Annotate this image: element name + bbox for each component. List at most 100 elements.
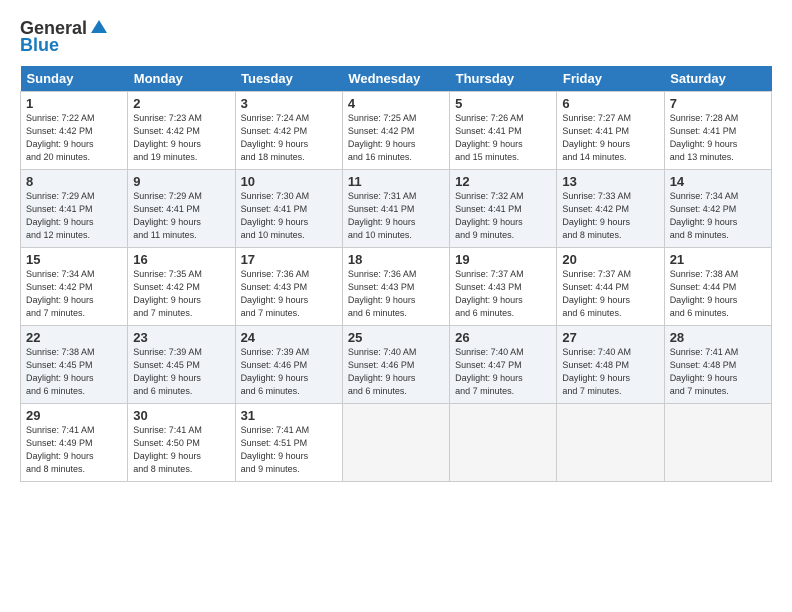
- day-number: 5: [455, 96, 551, 111]
- col-header-thursday: Thursday: [450, 66, 557, 92]
- day-info: Sunrise: 7:40 AM Sunset: 4:47 PM Dayligh…: [455, 346, 551, 398]
- day-number: 24: [241, 330, 337, 345]
- day-cell: 5Sunrise: 7:26 AM Sunset: 4:41 PM Daylig…: [450, 92, 557, 170]
- day-info: Sunrise: 7:23 AM Sunset: 4:42 PM Dayligh…: [133, 112, 229, 164]
- day-info: Sunrise: 7:30 AM Sunset: 4:41 PM Dayligh…: [241, 190, 337, 242]
- day-number: 29: [26, 408, 122, 423]
- day-number: 13: [562, 174, 658, 189]
- day-cell: 28Sunrise: 7:41 AM Sunset: 4:48 PM Dayli…: [664, 326, 771, 404]
- day-number: 12: [455, 174, 551, 189]
- day-cell: 9Sunrise: 7:29 AM Sunset: 4:41 PM Daylig…: [128, 170, 235, 248]
- day-info: Sunrise: 7:29 AM Sunset: 4:41 PM Dayligh…: [26, 190, 122, 242]
- day-number: 9: [133, 174, 229, 189]
- day-cell: 3Sunrise: 7:24 AM Sunset: 4:42 PM Daylig…: [235, 92, 342, 170]
- logo-blue: Blue: [20, 35, 59, 56]
- col-header-wednesday: Wednesday: [342, 66, 449, 92]
- col-header-tuesday: Tuesday: [235, 66, 342, 92]
- day-number: 21: [670, 252, 766, 267]
- week-row-4: 22Sunrise: 7:38 AM Sunset: 4:45 PM Dayli…: [21, 326, 772, 404]
- day-info: Sunrise: 7:34 AM Sunset: 4:42 PM Dayligh…: [670, 190, 766, 242]
- day-cell: [664, 404, 771, 482]
- logo: General Blue: [20, 18, 109, 56]
- day-number: 11: [348, 174, 444, 189]
- header: General Blue: [20, 18, 772, 56]
- day-number: 28: [670, 330, 766, 345]
- day-cell: 16Sunrise: 7:35 AM Sunset: 4:42 PM Dayli…: [128, 248, 235, 326]
- day-number: 10: [241, 174, 337, 189]
- day-cell: 7Sunrise: 7:28 AM Sunset: 4:41 PM Daylig…: [664, 92, 771, 170]
- day-info: Sunrise: 7:36 AM Sunset: 4:43 PM Dayligh…: [241, 268, 337, 320]
- day-number: 17: [241, 252, 337, 267]
- week-row-3: 15Sunrise: 7:34 AM Sunset: 4:42 PM Dayli…: [21, 248, 772, 326]
- day-info: Sunrise: 7:40 AM Sunset: 4:48 PM Dayligh…: [562, 346, 658, 398]
- day-number: 27: [562, 330, 658, 345]
- day-cell: 6Sunrise: 7:27 AM Sunset: 4:41 PM Daylig…: [557, 92, 664, 170]
- day-info: Sunrise: 7:32 AM Sunset: 4:41 PM Dayligh…: [455, 190, 551, 242]
- day-cell: 4Sunrise: 7:25 AM Sunset: 4:42 PM Daylig…: [342, 92, 449, 170]
- day-number: 22: [26, 330, 122, 345]
- day-info: Sunrise: 7:39 AM Sunset: 4:45 PM Dayligh…: [133, 346, 229, 398]
- day-number: 25: [348, 330, 444, 345]
- day-number: 31: [241, 408, 337, 423]
- day-cell: 20Sunrise: 7:37 AM Sunset: 4:44 PM Dayli…: [557, 248, 664, 326]
- day-cell: 30Sunrise: 7:41 AM Sunset: 4:50 PM Dayli…: [128, 404, 235, 482]
- day-cell: 21Sunrise: 7:38 AM Sunset: 4:44 PM Dayli…: [664, 248, 771, 326]
- day-cell: 8Sunrise: 7:29 AM Sunset: 4:41 PM Daylig…: [21, 170, 128, 248]
- day-cell: 12Sunrise: 7:32 AM Sunset: 4:41 PM Dayli…: [450, 170, 557, 248]
- page: General Blue SundayMondayTuesdayWednesda…: [0, 0, 792, 492]
- day-cell: 17Sunrise: 7:36 AM Sunset: 4:43 PM Dayli…: [235, 248, 342, 326]
- day-cell: 27Sunrise: 7:40 AM Sunset: 4:48 PM Dayli…: [557, 326, 664, 404]
- day-cell: 14Sunrise: 7:34 AM Sunset: 4:42 PM Dayli…: [664, 170, 771, 248]
- day-info: Sunrise: 7:38 AM Sunset: 4:44 PM Dayligh…: [670, 268, 766, 320]
- day-number: 7: [670, 96, 766, 111]
- day-number: 15: [26, 252, 122, 267]
- day-number: 20: [562, 252, 658, 267]
- day-info: Sunrise: 7:28 AM Sunset: 4:41 PM Dayligh…: [670, 112, 766, 164]
- day-cell: 1Sunrise: 7:22 AM Sunset: 4:42 PM Daylig…: [21, 92, 128, 170]
- day-info: Sunrise: 7:41 AM Sunset: 4:49 PM Dayligh…: [26, 424, 122, 476]
- day-info: Sunrise: 7:41 AM Sunset: 4:50 PM Dayligh…: [133, 424, 229, 476]
- day-info: Sunrise: 7:37 AM Sunset: 4:43 PM Dayligh…: [455, 268, 551, 320]
- header-row: SundayMondayTuesdayWednesdayThursdayFrid…: [21, 66, 772, 92]
- day-info: Sunrise: 7:31 AM Sunset: 4:41 PM Dayligh…: [348, 190, 444, 242]
- day-info: Sunrise: 7:33 AM Sunset: 4:42 PM Dayligh…: [562, 190, 658, 242]
- day-info: Sunrise: 7:25 AM Sunset: 4:42 PM Dayligh…: [348, 112, 444, 164]
- day-cell: [342, 404, 449, 482]
- day-cell: 19Sunrise: 7:37 AM Sunset: 4:43 PM Dayli…: [450, 248, 557, 326]
- day-cell: 15Sunrise: 7:34 AM Sunset: 4:42 PM Dayli…: [21, 248, 128, 326]
- day-cell: 2Sunrise: 7:23 AM Sunset: 4:42 PM Daylig…: [128, 92, 235, 170]
- day-cell: 29Sunrise: 7:41 AM Sunset: 4:49 PM Dayli…: [21, 404, 128, 482]
- day-info: Sunrise: 7:36 AM Sunset: 4:43 PM Dayligh…: [348, 268, 444, 320]
- week-row-5: 29Sunrise: 7:41 AM Sunset: 4:49 PM Dayli…: [21, 404, 772, 482]
- day-number: 16: [133, 252, 229, 267]
- day-cell: 25Sunrise: 7:40 AM Sunset: 4:46 PM Dayli…: [342, 326, 449, 404]
- day-cell: [450, 404, 557, 482]
- week-row-2: 8Sunrise: 7:29 AM Sunset: 4:41 PM Daylig…: [21, 170, 772, 248]
- day-info: Sunrise: 7:41 AM Sunset: 4:48 PM Dayligh…: [670, 346, 766, 398]
- day-cell: [557, 404, 664, 482]
- col-header-friday: Friday: [557, 66, 664, 92]
- day-number: 30: [133, 408, 229, 423]
- day-number: 14: [670, 174, 766, 189]
- day-info: Sunrise: 7:35 AM Sunset: 4:42 PM Dayligh…: [133, 268, 229, 320]
- week-row-1: 1Sunrise: 7:22 AM Sunset: 4:42 PM Daylig…: [21, 92, 772, 170]
- day-number: 6: [562, 96, 658, 111]
- day-info: Sunrise: 7:40 AM Sunset: 4:46 PM Dayligh…: [348, 346, 444, 398]
- day-cell: 26Sunrise: 7:40 AM Sunset: 4:47 PM Dayli…: [450, 326, 557, 404]
- col-header-monday: Monday: [128, 66, 235, 92]
- day-cell: 24Sunrise: 7:39 AM Sunset: 4:46 PM Dayli…: [235, 326, 342, 404]
- day-info: Sunrise: 7:22 AM Sunset: 4:42 PM Dayligh…: [26, 112, 122, 164]
- day-info: Sunrise: 7:38 AM Sunset: 4:45 PM Dayligh…: [26, 346, 122, 398]
- calendar-table: SundayMondayTuesdayWednesdayThursdayFrid…: [20, 66, 772, 482]
- day-cell: 11Sunrise: 7:31 AM Sunset: 4:41 PM Dayli…: [342, 170, 449, 248]
- day-info: Sunrise: 7:34 AM Sunset: 4:42 PM Dayligh…: [26, 268, 122, 320]
- day-cell: 10Sunrise: 7:30 AM Sunset: 4:41 PM Dayli…: [235, 170, 342, 248]
- col-header-saturday: Saturday: [664, 66, 771, 92]
- logo-triangle-icon: [89, 17, 109, 37]
- day-info: Sunrise: 7:24 AM Sunset: 4:42 PM Dayligh…: [241, 112, 337, 164]
- day-info: Sunrise: 7:27 AM Sunset: 4:41 PM Dayligh…: [562, 112, 658, 164]
- day-number: 8: [26, 174, 122, 189]
- day-number: 19: [455, 252, 551, 267]
- day-cell: 23Sunrise: 7:39 AM Sunset: 4:45 PM Dayli…: [128, 326, 235, 404]
- day-info: Sunrise: 7:39 AM Sunset: 4:46 PM Dayligh…: [241, 346, 337, 398]
